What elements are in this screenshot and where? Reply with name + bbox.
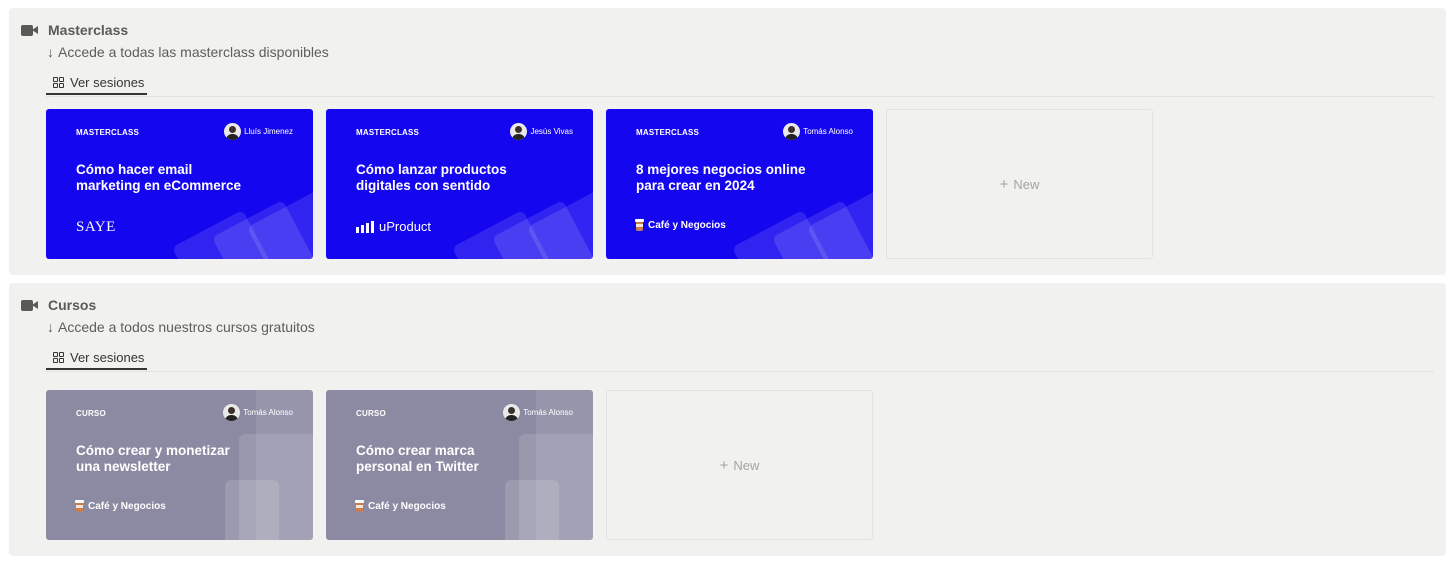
- card-author: Tomás Alonso: [223, 404, 293, 421]
- coffee-cup-icon: [355, 500, 364, 512]
- brand-logo-text: Café y Negocios: [368, 500, 446, 512]
- card-title: Cómo hacer email marketing en eCommerce: [76, 162, 242, 193]
- author-name: Jesús Vivas: [530, 127, 573, 136]
- card-title: Cómo crear marca personal en Twitter: [356, 443, 479, 474]
- card-kicker: CURSO: [356, 409, 386, 418]
- brand-logo-text: Café y Negocios: [648, 219, 726, 231]
- view-tabbar: Ver sesiones: [46, 346, 1434, 372]
- arrow-down-icon: ↓: [47, 319, 54, 335]
- gallery-card[interactable]: MASTERCLASS Tomás Alonso 8 mejores negoc…: [606, 109, 873, 259]
- gallery-card[interactable]: MASTERCLASS Jesús Vivas Cómo lanzar prod…: [326, 109, 593, 259]
- plus-icon: +: [719, 456, 729, 474]
- gallery-grid-icon: [53, 76, 64, 88]
- card-author: Tomás Alonso: [503, 404, 573, 421]
- brand-logo-text: SAYE: [76, 219, 116, 235]
- tab-ver-sesiones[interactable]: Ver sesiones: [46, 71, 147, 95]
- card-decoration: [225, 480, 279, 540]
- bars-icon: [356, 220, 374, 233]
- card-author: Jesús Vivas: [510, 123, 573, 140]
- avatar: [503, 404, 521, 421]
- avatar: [223, 404, 241, 421]
- video-camera-icon: [21, 24, 39, 36]
- card-decoration: [505, 480, 559, 540]
- card-kicker: MASTERCLASS: [636, 128, 700, 137]
- card-title: Cómo lanzar productos digitales con sent…: [356, 162, 507, 193]
- tab-label: Ver sesiones: [70, 74, 145, 90]
- card-title: 8 mejores negocios online para crear en …: [636, 162, 806, 193]
- author-name: Tomás Alonso: [243, 408, 293, 417]
- tab-ver-sesiones[interactable]: Ver sesiones: [46, 346, 147, 370]
- section-subtitle-text: Accede a todas las masterclass disponibl…: [58, 44, 329, 60]
- card-brand: Café y Negocios: [75, 500, 166, 512]
- section-subtitle: ↓ Accede a todos nuestros cursos gratuit…: [47, 319, 315, 335]
- card-author: Tomás Alonso: [783, 123, 853, 140]
- author-name: Tomás Alonso: [803, 127, 853, 136]
- gallery-card[interactable]: CURSO Tomás Alonso Cómo crear marca pers…: [326, 390, 593, 540]
- section-subtitle: ↓ Accede a todas las masterclass disponi…: [47, 44, 329, 60]
- cursos-section: Cursos ↓ Accede a todos nuestros cursos …: [9, 283, 1446, 556]
- card-brand: Café y Negocios: [635, 219, 726, 231]
- new-card-button[interactable]: + New: [606, 390, 873, 540]
- card-brand: Café y Negocios: [355, 500, 446, 512]
- author-name: Tomás Alonso: [523, 408, 573, 417]
- section-title[interactable]: Cursos: [48, 297, 96, 313]
- card-author: Lluís Jimenez: [224, 123, 293, 140]
- avatar: [510, 123, 528, 140]
- section-subtitle-text: Accede a todos nuestros cursos gratuitos: [58, 319, 315, 335]
- tab-label: Ver sesiones: [70, 349, 145, 365]
- card-kicker: MASTERCLASS: [76, 128, 140, 137]
- video-camera-icon: [21, 299, 39, 311]
- brand-logo-text: Café y Negocios: [88, 500, 166, 512]
- card-kicker: MASTERCLASS: [356, 128, 420, 137]
- gallery-grid-icon: [53, 351, 64, 363]
- new-label: New: [1013, 176, 1040, 192]
- gallery-card[interactable]: CURSO Tomás Alonso Cómo crear y monetiza…: [46, 390, 313, 540]
- masterclass-section: Masterclass ↓ Accede a todas las masterc…: [9, 8, 1446, 275]
- avatar: [783, 123, 801, 140]
- plus-icon: +: [999, 175, 1009, 193]
- card-title: Cómo crear y monetizar una newsletter: [76, 443, 230, 474]
- coffee-cup-icon: [75, 500, 84, 512]
- gallery-card[interactable]: MASTERCLASS Lluís Jimenez Cómo hacer ema…: [46, 109, 313, 259]
- arrow-down-icon: ↓: [47, 44, 54, 60]
- section-header: Cursos: [21, 297, 96, 313]
- author-name: Lluís Jimenez: [244, 127, 293, 136]
- section-title[interactable]: Masterclass: [48, 22, 128, 38]
- new-label: New: [733, 457, 760, 473]
- card-brand: SAYE: [76, 219, 116, 236]
- section-header: Masterclass: [21, 22, 128, 38]
- brand-logo-text: uProduct: [379, 219, 432, 234]
- card-brand: uProduct: [356, 219, 431, 234]
- card-kicker: CURSO: [76, 409, 106, 418]
- avatar: [224, 123, 242, 140]
- coffee-cup-icon: [635, 219, 644, 231]
- new-card-button[interactable]: + New: [886, 109, 1153, 259]
- view-tabbar: Ver sesiones: [46, 71, 1434, 97]
